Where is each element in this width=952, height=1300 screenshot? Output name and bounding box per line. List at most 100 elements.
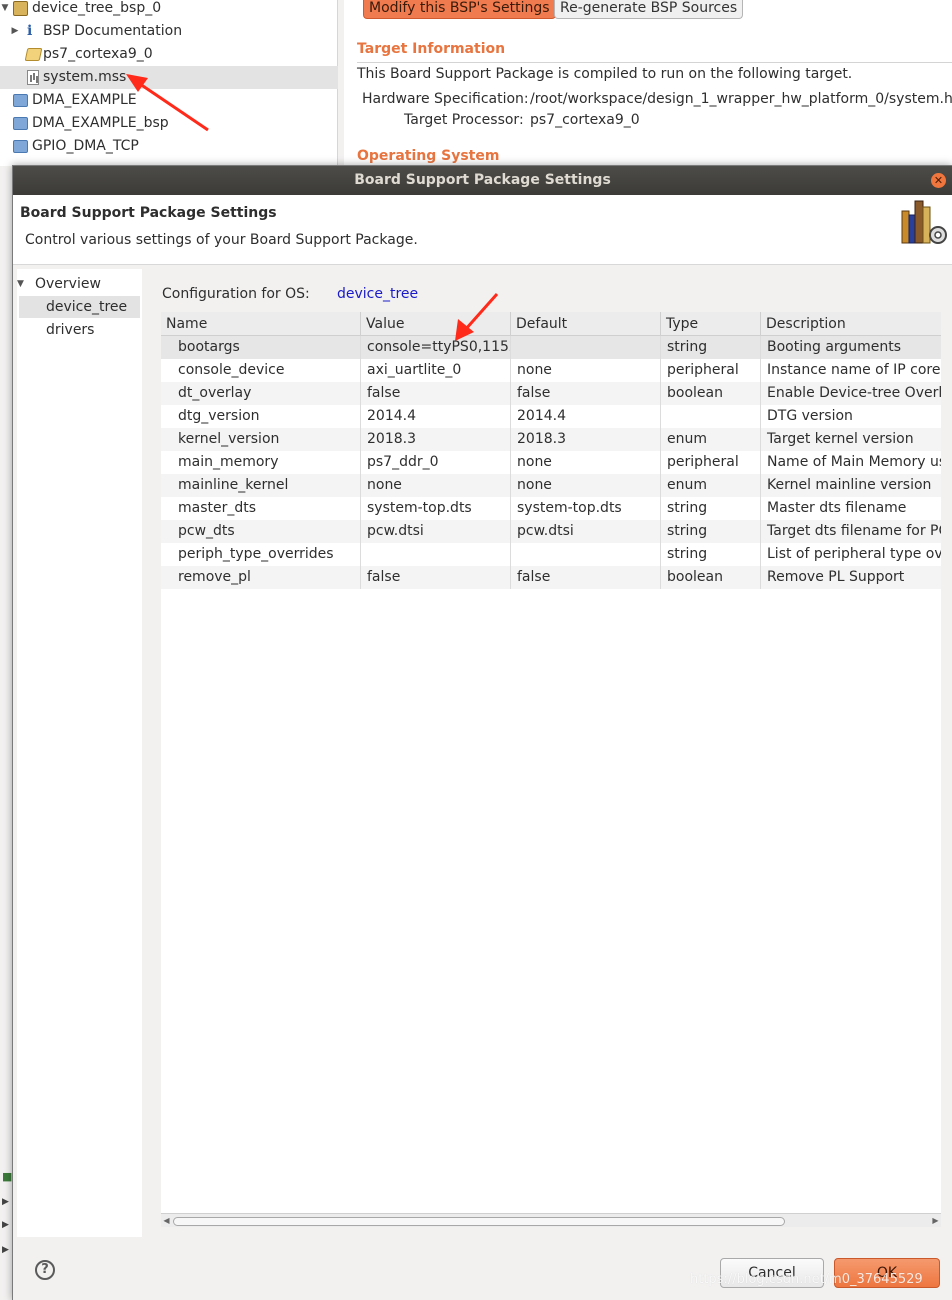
table-cell[interactable]: false	[361, 566, 511, 589]
nav-item-label: Overview	[35, 276, 101, 292]
nav-item-overview[interactable]: ▼ Overview	[17, 273, 140, 295]
column-header-type[interactable]: Type	[661, 312, 761, 336]
table-cell: false	[511, 382, 661, 405]
table-cell[interactable]: console=ttyPS0,115200	[361, 336, 511, 359]
table-cell[interactable]: axi_uartlite_0	[361, 359, 511, 382]
table-row[interactable]: remove_pl false false boolean Remove PL Supp…	[161, 566, 941, 589]
tree-item-ps7-cortexa9[interactable]: ps7_cortexa9_0	[0, 43, 338, 66]
table-cell: 2018.3	[511, 428, 661, 451]
table-cell[interactable]: 2018.3	[361, 428, 511, 451]
table-cell: console_device	[161, 359, 361, 382]
table-cell: Master dts filename	[767, 500, 907, 516]
table-row[interactable]: console_device axi_uartlite_0 none peripher…	[161, 359, 941, 382]
table-cell[interactable]: false	[361, 382, 511, 405]
scroll-left-arrow-icon[interactable]: ◀	[161, 1214, 172, 1227]
hw-spec-value: /root/workspace/design_1_wrapper_hw_plat…	[530, 91, 952, 107]
table-cell[interactable]: system-top.dts	[361, 497, 511, 520]
nav-item-device-tree[interactable]: device_tree	[19, 296, 140, 318]
table-cell[interactable]: 2014.4	[361, 405, 511, 428]
tree-item-device-tree-bsp[interactable]: ▼ device_tree_bsp_0	[0, 0, 338, 20]
expanded-arrow-icon[interactable]: ▼	[17, 273, 24, 295]
table-cell: pcw_dts	[161, 520, 361, 543]
project-folder-icon	[13, 140, 28, 153]
collapsed-arrow-icon[interactable]: ▶	[2, 1245, 9, 1255]
tree-item-label: DMA_EXAMPLE_bsp	[32, 115, 169, 131]
table-cell: boolean	[661, 382, 761, 405]
table-row[interactable]: kernel_version 2018.3 2018.3 enum Target ker…	[161, 428, 941, 451]
collapsed-arrow-icon[interactable]: ▶	[2, 1220, 9, 1230]
help-icon[interactable]: ?	[35, 1260, 55, 1280]
table-cell: enum	[661, 428, 761, 451]
tree-item-label: system.mss	[43, 69, 127, 85]
table-cell: string	[661, 336, 761, 359]
section-divider	[357, 62, 952, 63]
collapsed-arrow-icon[interactable]: ▶	[10, 20, 20, 43]
column-header-default[interactable]: Default	[511, 312, 661, 336]
column-header-name[interactable]: Name	[161, 312, 361, 336]
expanded-arrow-icon[interactable]: ▼	[0, 0, 10, 20]
tree-item-system-mss[interactable]: system.mss	[0, 66, 338, 89]
column-header-description[interactable]: Description	[761, 312, 941, 336]
regenerate-bsp-sources-button[interactable]: Re-generate BSP Sources	[554, 0, 744, 19]
open-folder-icon	[24, 48, 43, 61]
table-row[interactable]: master_dts system-top.dts system-top.dts st…	[161, 497, 941, 520]
table-cell: dtg_version	[161, 405, 361, 428]
tree-item-label: BSP Documentation	[43, 23, 183, 39]
nav-item-label: drivers	[46, 322, 95, 338]
table-cell: string	[661, 520, 761, 543]
table-cell[interactable]: ps7_ddr_0	[361, 451, 511, 474]
close-icon[interactable]: ✕	[931, 173, 946, 188]
tree-item-bsp-documentation[interactable]: ▶ i BSP Documentation	[0, 20, 338, 43]
dialog-titlebar[interactable]: Board Support Package Settings ✕	[13, 166, 952, 195]
settings-nav-tree: ▼ Overview device_tree drivers	[17, 269, 142, 1237]
tree-item-label: DMA_EXAMPLE	[32, 92, 137, 108]
collapsed-arrow-icon[interactable]: ▶	[2, 1197, 9, 1207]
table-cell[interactable]: none	[361, 474, 511, 497]
table-row[interactable]: bootargsconsole=ttyPS0,115200 string Booti…	[161, 336, 941, 359]
horizontal-scrollbar[interactable]: ◀ ▶	[161, 1213, 941, 1227]
table-row[interactable]: pcw_dts pcw.dtsi pcw.dtsi string Target dts …	[161, 520, 941, 543]
column-divider	[510, 336, 511, 589]
settings-content: Configuration for OS: device_tree Name V…	[144, 265, 952, 1237]
dialog-header: Board Support Package Settings Control v…	[13, 195, 952, 265]
bsp-settings-dialog: Board Support Package Settings ✕ Board S…	[12, 165, 952, 1300]
table-cell: Kernel mainline version	[767, 477, 932, 493]
table-row[interactable]: dt_overlay false false boolean Enable Device…	[161, 382, 941, 405]
tree-item-dma-example-bsp[interactable]: DMA_EXAMPLE_bsp	[0, 112, 338, 135]
table-cell: kernel_version	[161, 428, 361, 451]
header-title: Board Support Package Settings	[20, 205, 277, 221]
table-cell: Enable Device-tree Overlay	[767, 385, 941, 401]
table-row[interactable]: main_memory ps7_ddr_0 none peripheral Name o…	[161, 451, 941, 474]
column-header-value[interactable]: Value	[361, 312, 511, 336]
project-folder-icon	[13, 117, 28, 130]
modify-bsp-settings-button[interactable]: Modify this BSP's Settings	[363, 0, 556, 19]
tree-item-dma-example[interactable]: DMA_EXAMPLE	[0, 89, 338, 112]
tree-item-label: ps7_cortexa9_0	[43, 46, 153, 62]
table-cell: string	[661, 543, 761, 566]
table-cell: false	[511, 566, 661, 589]
table-row[interactable]: dtg_version 2014.4 2014.4 DTG version	[161, 405, 941, 428]
tree-item-gpio-dma-tcp[interactable]: GPIO_DMA_TCP	[0, 135, 338, 158]
table-cell: none	[511, 451, 661, 474]
table-cell: DTG version	[767, 408, 853, 424]
settings-table: Name Value Default Type Description boot…	[161, 312, 941, 1227]
tree-item-label: device_tree_bsp_0	[32, 0, 162, 16]
table-cell: main_memory	[161, 451, 361, 474]
nav-item-drivers[interactable]: drivers	[19, 319, 140, 341]
config-os-link[interactable]: device_tree	[337, 286, 418, 302]
column-divider	[760, 336, 761, 589]
table-cell: Instance name of IP core for console	[767, 362, 941, 378]
scrollbar-thumb[interactable]	[173, 1217, 785, 1226]
table-cell: Target kernel version	[767, 431, 914, 447]
table-cell: dt_overlay	[161, 382, 361, 405]
tree-item-label: GPIO_DMA_TCP	[32, 138, 139, 154]
table-cell[interactable]	[361, 543, 511, 566]
table-cell[interactable]: pcw.dtsi	[361, 520, 511, 543]
scroll-right-arrow-icon[interactable]: ▶	[930, 1214, 941, 1227]
target-processor-label: Target Processor:	[404, 112, 524, 128]
table-cell: List of peripheral type overrides	[767, 546, 941, 562]
debug-icon: ■	[2, 1170, 13, 1183]
table-row[interactable]: mainline_kernel none none enum Kernel mainli…	[161, 474, 941, 497]
nav-item-label: device_tree	[46, 299, 128, 315]
table-row[interactable]: periph_type_overrides string List of perip…	[161, 543, 941, 566]
